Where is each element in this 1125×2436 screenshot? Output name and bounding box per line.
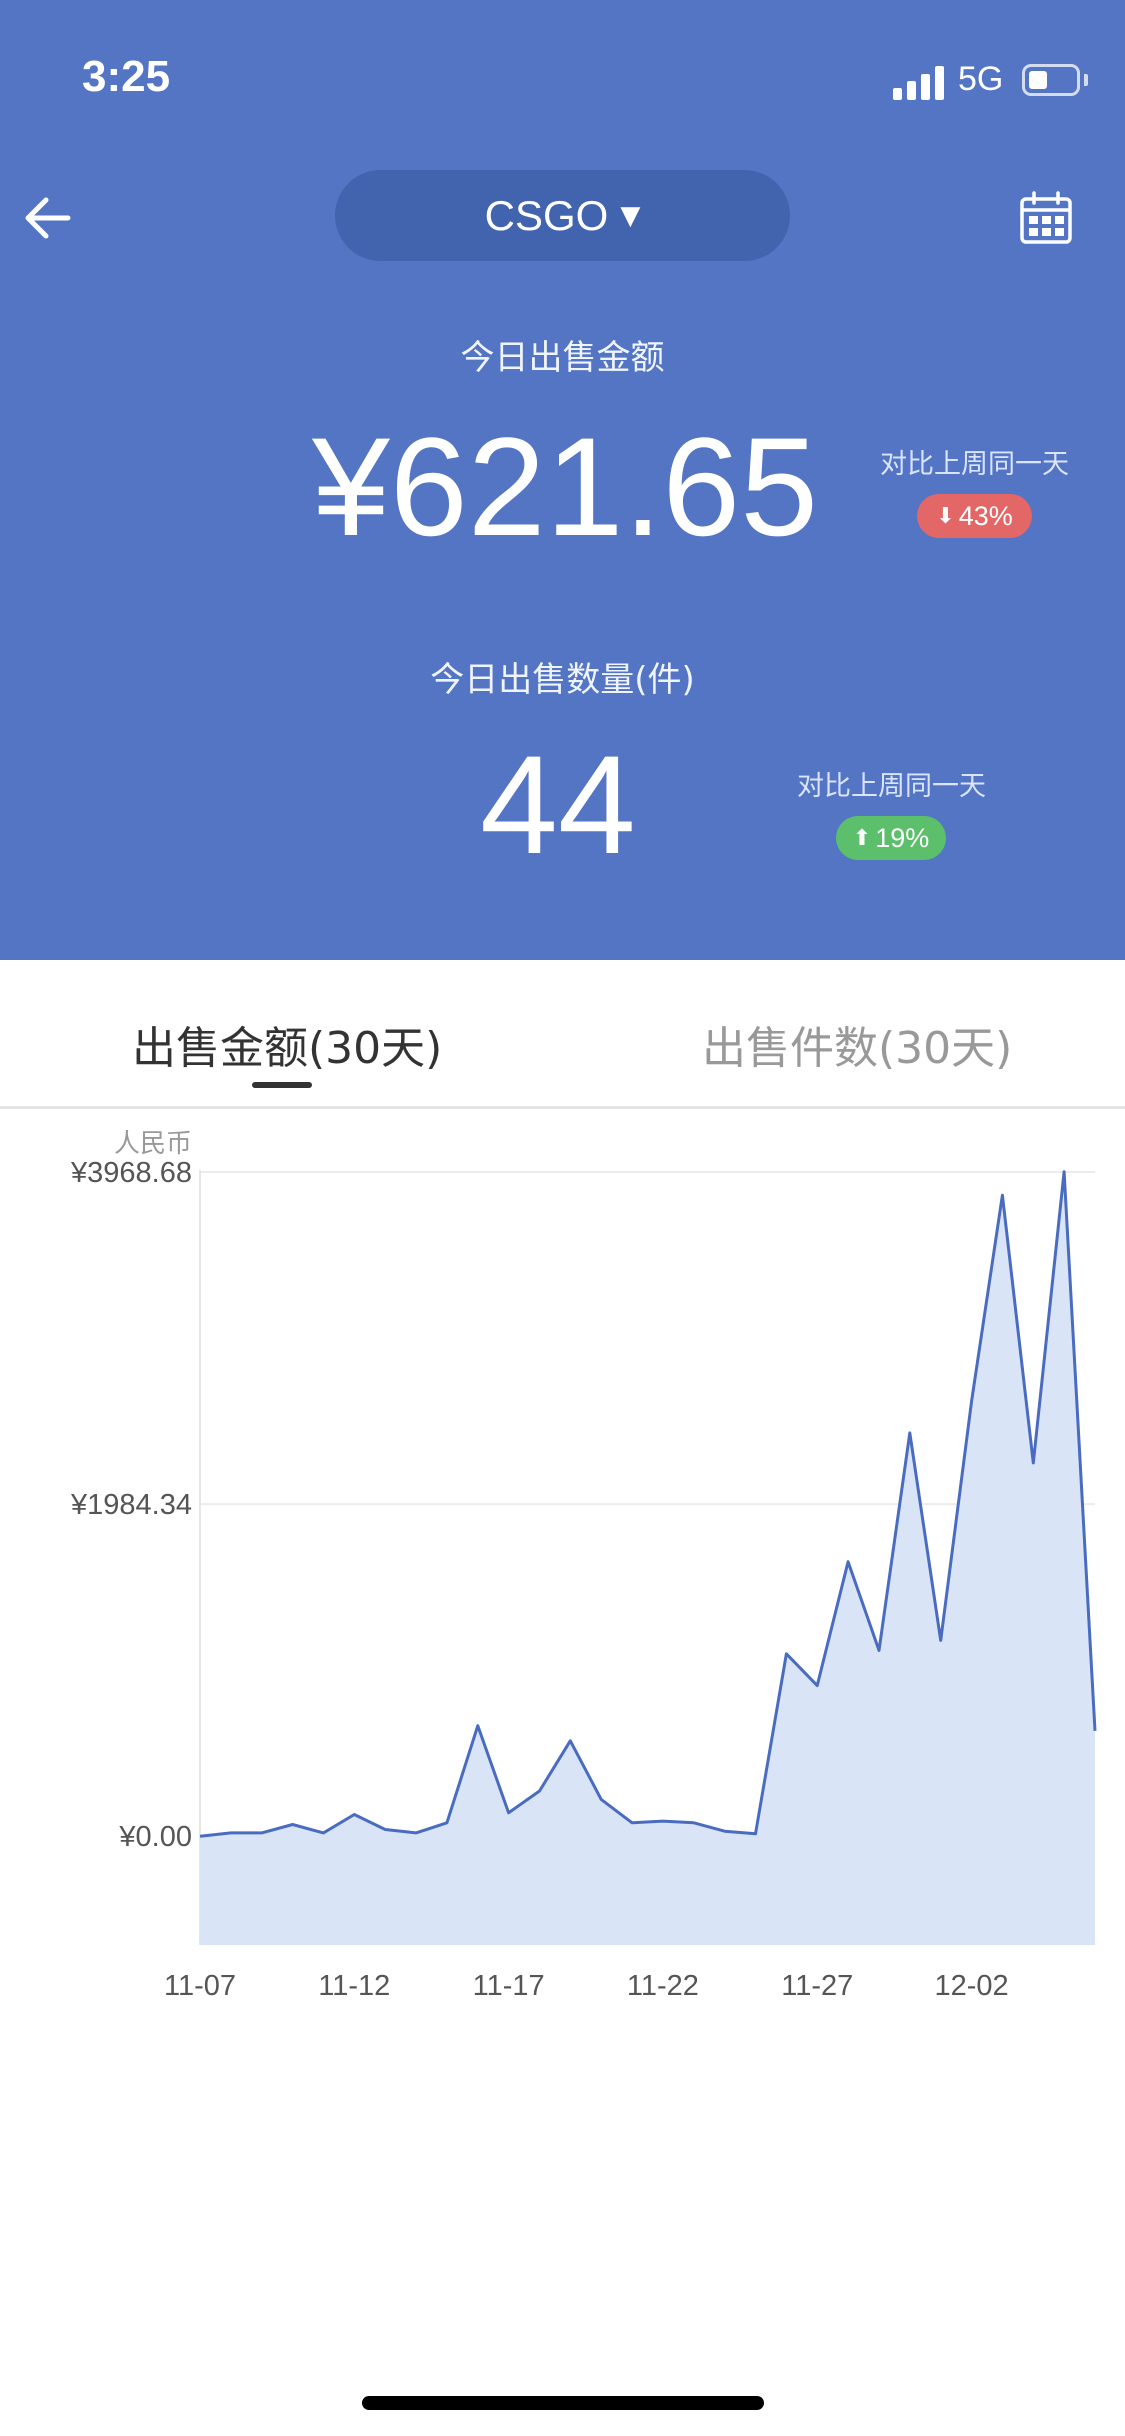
x-tick-label: 11-22: [627, 1970, 699, 2002]
amount-value: ¥621.65: [312, 408, 819, 565]
arrow-left-icon[interactable]: [20, 190, 76, 246]
amount-change-badge: ⬇ 43%: [917, 494, 1032, 538]
x-tick-label: 12-02: [934, 1970, 1008, 2002]
caret-down-icon: ▼: [620, 200, 641, 231]
calendar-icon[interactable]: [1018, 190, 1074, 246]
status-time: 3:25: [82, 52, 171, 101]
y-tick-label: ¥1984.34: [70, 1489, 192, 1521]
x-tick-label: 11-07: [164, 1970, 236, 2002]
active-tab-indicator: [252, 1082, 312, 1088]
tab-sales-amount[interactable]: 出售金额(30天): [132, 1012, 442, 1076]
y-tick-label: ¥0.00: [118, 1821, 192, 1853]
arrow-down-icon: ⬇: [936, 503, 955, 528]
count-compare-label: 对比上周同一天: [797, 771, 986, 802]
game-selector-label: CSGO: [484, 191, 609, 239]
x-tick-label: 11-12: [318, 1970, 390, 2002]
count-change-value: 19%: [875, 822, 930, 853]
amount-label: 今日出售金额: [460, 338, 665, 378]
sales-amount-chart: 人民币 ¥3968.68 ¥1984.34 ¥0.00 11-07 11-12 11-17 1…: [0, 1110, 1125, 2030]
y-tick-label: ¥3968.68: [70, 1157, 192, 1189]
count-label: 今日出售数量(件): [430, 660, 695, 700]
x-tick-label: 11-27: [781, 1970, 853, 2002]
chart-tabs: 出售金额(30天) 出售件数(30天): [0, 960, 1125, 1109]
arrow-up-icon: ⬆: [852, 825, 872, 850]
sales-area-fill: [200, 1171, 1095, 1945]
game-selector[interactable]: CSGO ▼: [335, 170, 790, 261]
count-change-badge: ⬆ 19%: [836, 816, 946, 860]
home-indicator: [362, 2396, 764, 2410]
amount-compare-label: 对比上周同一天: [880, 449, 1069, 480]
battery-icon: [1022, 64, 1080, 96]
x-tick-label: 11-17: [473, 1970, 545, 2002]
summary-header: 3:25 5G CSGO ▼ 今日出售金额 ¥621.65 对比上周同一天 ⬇ …: [0, 0, 1125, 960]
network-type: 5G: [958, 60, 1004, 98]
tab-sales-count[interactable]: 出售件数(30天): [702, 1012, 1012, 1076]
count-value: 44: [480, 726, 636, 883]
signal-strength-icon: [893, 64, 945, 100]
chart-svg: 人民币¥3968.68 ¥1984.34 ¥0.00 11-07 11-12 11-17 1…: [70, 1128, 1097, 2002]
battery-cap: [1084, 74, 1088, 86]
y-axis-label: 人民币: [114, 1128, 192, 1158]
amount-change-value: 43%: [958, 500, 1013, 531]
